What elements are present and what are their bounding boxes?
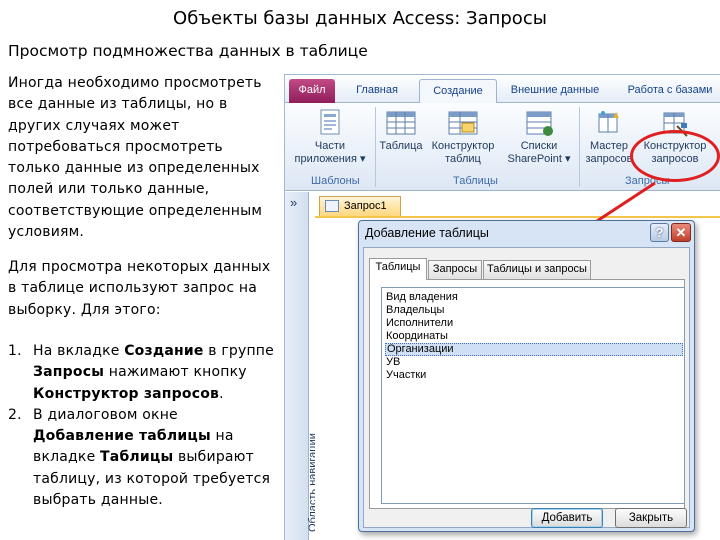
list-item[interactable]: Вид владения bbox=[385, 291, 683, 304]
list-item-selected[interactable]: Организации bbox=[385, 343, 683, 356]
help-icon[interactable]: ? bbox=[650, 223, 669, 242]
list-item[interactable]: Участки bbox=[385, 369, 683, 382]
add-button[interactable]: Добавить bbox=[531, 508, 603, 528]
dialog-body: Таблицы Запросы Таблицы и запросы Вид вл… bbox=[363, 247, 690, 528]
tab-queries[interactable]: Запросы bbox=[428, 260, 482, 279]
table-list[interactable]: Вид владения Владельцы Исполнители Коорд… bbox=[381, 287, 685, 504]
add-table-dialog: Добавление таблицы ? ✕ Таблицы Запросы Т… bbox=[358, 220, 695, 532]
list-item[interactable]: УВ bbox=[385, 356, 683, 369]
list-item[interactable]: Владельцы bbox=[385, 304, 683, 317]
list-item[interactable]: Координаты bbox=[385, 330, 683, 343]
close-button[interactable]: Закрыть bbox=[615, 508, 687, 528]
tab-tables[interactable]: Таблицы bbox=[369, 258, 427, 280]
list-item[interactable]: Исполнители bbox=[385, 317, 683, 330]
dialog-title: Добавление таблицы bbox=[365, 226, 489, 240]
tab-panel: Вид владения Владельцы Исполнители Коорд… bbox=[369, 279, 685, 509]
close-icon[interactable]: ✕ bbox=[671, 223, 691, 242]
tab-tables-and-queries[interactable]: Таблицы и запросы bbox=[483, 260, 591, 279]
